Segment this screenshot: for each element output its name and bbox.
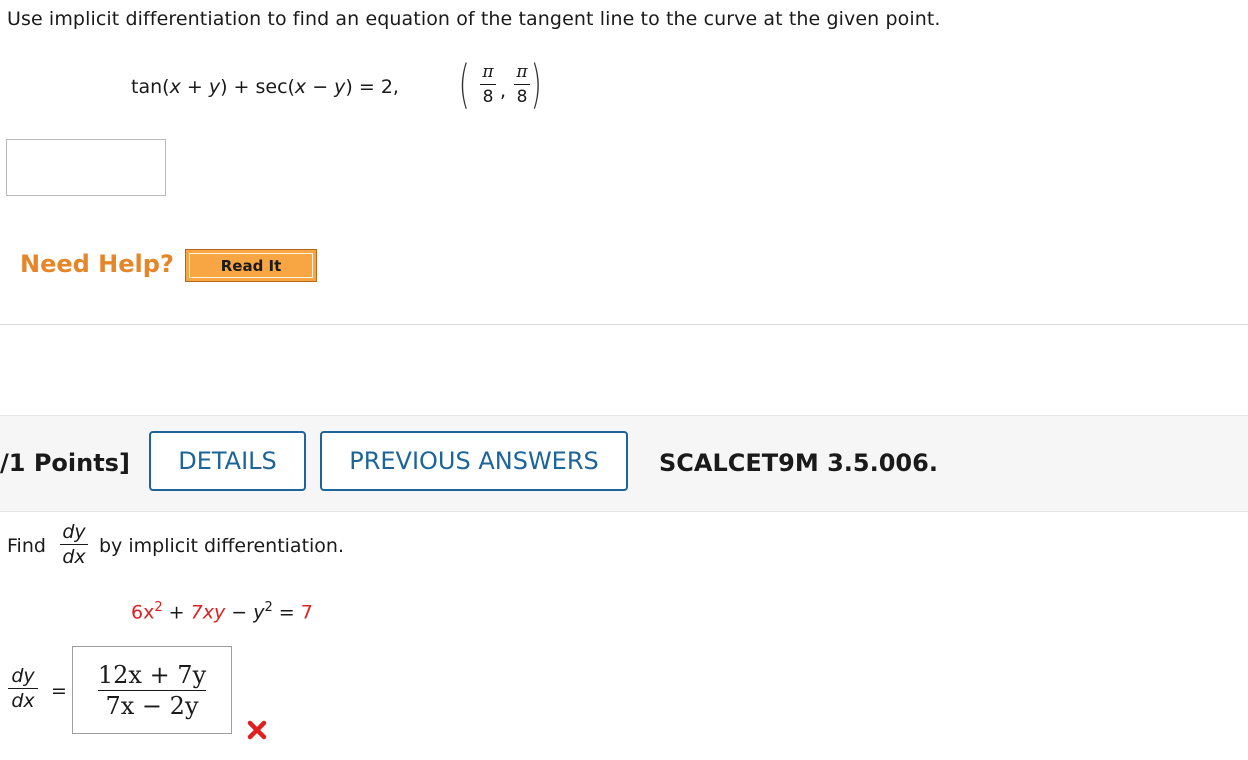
given-point: ( π 8 , π 8 ) bbox=[458, 56, 554, 122]
need-help-label: Need Help? bbox=[20, 250, 174, 278]
dydx-fraction: dy dx bbox=[60, 521, 88, 568]
equals-sign: = bbox=[51, 680, 67, 702]
implicit-equation: 6x2 + 7xy − y2 = 7 bbox=[131, 600, 313, 624]
derivative-answer-input[interactable]: 12x + 7y 7x − 2y bbox=[72, 646, 232, 734]
read-it-button[interactable]: Read It bbox=[185, 249, 317, 282]
problem-code: SCALCET9M 3.5.006. bbox=[659, 449, 938, 477]
point-y-fraction: π 8 bbox=[514, 62, 530, 107]
answer-numerator: 12x + 7y bbox=[97, 661, 207, 689]
tangent-line-answer-input[interactable] bbox=[6, 139, 166, 196]
right-paren: ) bbox=[530, 55, 542, 115]
answer-dydx-label: dy dx bbox=[8, 665, 38, 712]
answer-denominator: 7x − 2y bbox=[105, 692, 199, 720]
left-paren: ( bbox=[458, 55, 470, 115]
curve-equation: tan(x + y) + sec(x − y) = 2, bbox=[131, 76, 399, 98]
find-label: Find bbox=[7, 535, 46, 557]
instruction-text: by implicit differentiation. bbox=[99, 535, 345, 557]
point-x-fraction: π 8 bbox=[480, 62, 496, 107]
previous-answers-button[interactable]: PREVIOUS ANSWERS bbox=[320, 431, 628, 491]
answer-fraction: 12x + 7y 7x − 2y bbox=[73, 661, 231, 720]
question-instructions: Use implicit differentiation to find an … bbox=[7, 8, 941, 30]
point-separator: , bbox=[500, 80, 507, 102]
points-label: /1 Points] bbox=[0, 449, 130, 477]
details-button[interactable]: DETAILS bbox=[149, 431, 306, 491]
incorrect-x-icon bbox=[245, 718, 269, 742]
question-divider bbox=[0, 324, 1248, 325]
